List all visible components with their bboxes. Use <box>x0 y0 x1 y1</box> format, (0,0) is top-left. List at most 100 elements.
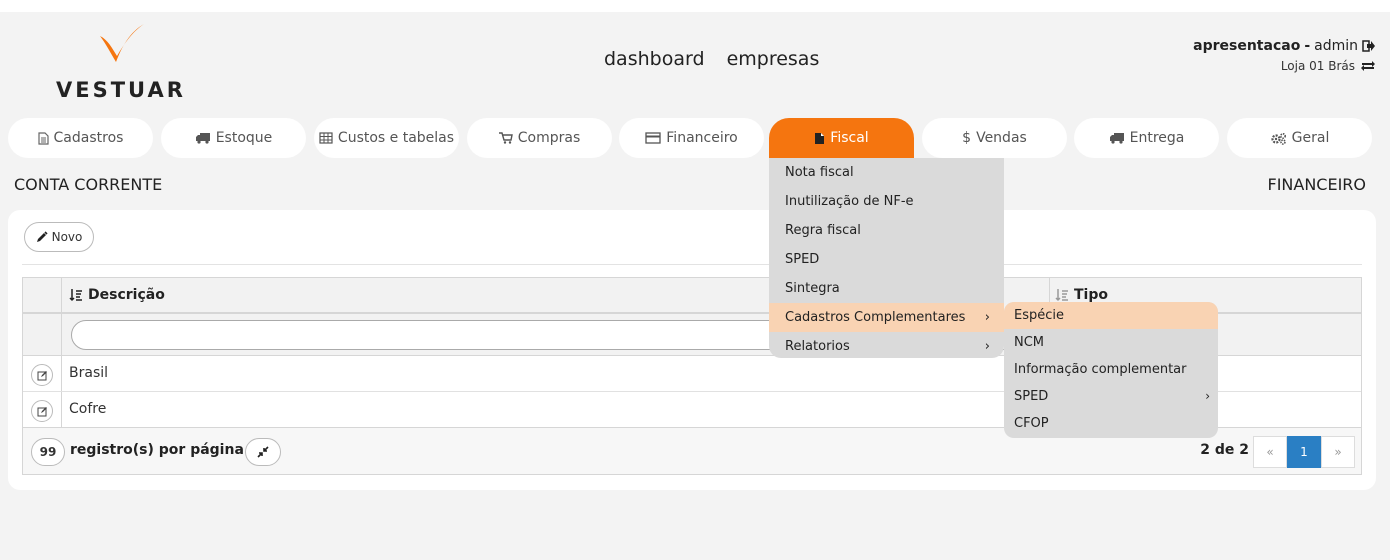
chevron-right-icon: › <box>1205 389 1210 403</box>
menu-item-label: Sintegra <box>785 281 840 296</box>
pencil-icon <box>36 231 48 242</box>
switch-store-icon[interactable] <box>1360 60 1376 72</box>
column-separator <box>61 392 62 427</box>
tab-geral[interactable]: Geral <box>1227 118 1372 158</box>
edit-button[interactable] <box>31 400 53 422</box>
cart-icon <box>498 132 513 144</box>
pager-next[interactable]: » <box>1321 436 1355 468</box>
logo-mark-icon <box>100 24 144 62</box>
tab-label: Geral <box>1291 130 1330 146</box>
tab-label: Estoque <box>215 130 273 146</box>
chevron-right-icon: › <box>984 339 990 354</box>
menu-item-regra-fiscal[interactable]: Regra fiscal <box>769 216 1004 245</box>
tab-entrega[interactable]: Entrega <box>1074 118 1219 158</box>
divider <box>22 264 1362 265</box>
page-title: CONTA CORRENTE <box>14 175 163 194</box>
tab-label: Financeiro <box>666 130 738 146</box>
submenu-item-label: NCM <box>1014 335 1045 350</box>
gears-icon <box>1271 132 1286 145</box>
row-descricao: Cofre <box>69 401 107 417</box>
tab-label: Vendas <box>976 130 1027 146</box>
tab-compras[interactable]: Compras <box>467 118 612 158</box>
submenu-item-label: Espécie <box>1014 308 1064 323</box>
module-title: FINANCEIRO <box>1267 175 1366 194</box>
pagination: « 1 » <box>1253 436 1355 468</box>
dollar-icon: $ <box>962 130 972 146</box>
tab-label: Compras <box>517 130 581 146</box>
menu-item-label: Nota fiscal <box>785 165 854 180</box>
logout-icon[interactable] <box>1362 40 1376 52</box>
column-separator <box>61 356 62 391</box>
row-descricao: Brasil <box>69 365 109 381</box>
menu-item-cadastros-complementares[interactable]: Cadastros Complementares › <box>769 303 1004 332</box>
nav-dashboard-link[interactable]: dashboard <box>604 48 705 70</box>
menu-item-label: Regra fiscal <box>785 223 861 238</box>
menu-item-label: SPED <box>785 252 820 267</box>
menu-item-sped[interactable]: SPED <box>769 245 1004 274</box>
chevron-right-icon: › <box>984 310 990 325</box>
submenu-item-cfop[interactable]: CFOP <box>1004 410 1218 437</box>
column-separator <box>61 314 62 355</box>
file-icon <box>815 132 825 144</box>
edit-icon <box>37 370 47 380</box>
column-descricao[interactable]: Descrição <box>69 287 165 303</box>
header: VESTUAR dashboard empresas apresentacao … <box>0 12 1390 110</box>
menu-item-inutilizacao[interactable]: Inutilização de NF-e <box>769 187 1004 216</box>
column-separator <box>61 278 62 312</box>
compress-button[interactable] <box>245 438 281 466</box>
edit-icon <box>37 406 47 416</box>
top-nav: dashboard empresas <box>604 48 835 70</box>
cadastros-complementares-submenu: Espécie NCM Informação complementar SPED… <box>1004 302 1218 438</box>
compress-icon <box>257 446 269 458</box>
user-separator: - <box>1304 38 1311 54</box>
tab-label: Custos e tabelas <box>337 130 455 146</box>
tab-cadastros[interactable]: Cadastros <box>8 118 153 158</box>
column-label: Descrição <box>88 287 165 303</box>
tab-financeiro[interactable]: Financeiro <box>619 118 764 158</box>
user-line: apresentacao - admin <box>1193 38 1376 54</box>
new-button[interactable]: Novo <box>24 222 94 252</box>
module-tabs: Cadastros Estoque Custos e tabelas Compr… <box>8 118 1382 158</box>
credit-card-icon <box>645 132 661 144</box>
company-name: apresentacao <box>1193 38 1301 54</box>
menu-item-label: Cadastros Complementares <box>785 310 966 325</box>
store-line: Loja 01 Brás <box>1193 59 1376 73</box>
submenu-item-informacao-complementar[interactable]: Informação complementar <box>1004 356 1218 383</box>
truck-icon <box>195 133 210 144</box>
menu-item-relatorios[interactable]: Relatorios › <box>769 332 1004 361</box>
submenu-item-sped[interactable]: SPED › <box>1004 383 1218 410</box>
tab-custos-e-tabelas[interactable]: Custos e tabelas <box>314 118 459 158</box>
sort-icon <box>69 289 82 302</box>
logo-text: VESTUAR <box>56 78 186 102</box>
tab-estoque[interactable]: Estoque <box>161 118 306 158</box>
column-tipo[interactable]: Tipo <box>1055 287 1108 303</box>
user-box: apresentacao - admin Loja 01 Brás <box>1193 38 1376 73</box>
store-name: Loja 01 Brás <box>1280 59 1355 73</box>
tab-fiscal[interactable]: Fiscal <box>769 118 914 158</box>
user-name: admin <box>1314 38 1358 54</box>
fiscal-menu: Nota fiscal Inutilização de NF-e Regra f… <box>769 158 1004 358</box>
submenu-item-label: CFOP <box>1014 416 1049 431</box>
tab-vendas[interactable]: $ Vendas <box>922 118 1067 158</box>
table-icon <box>319 132 333 144</box>
tab-label: Entrega <box>1129 130 1185 146</box>
file-icon <box>37 131 49 145</box>
menu-item-label: Inutilização de NF-e <box>785 194 914 209</box>
submenu-item-label: Informação complementar <box>1014 362 1187 377</box>
edit-button[interactable] <box>31 364 53 386</box>
pager-page[interactable]: 1 <box>1287 436 1321 468</box>
logo[interactable]: VESTUAR <box>56 22 186 102</box>
menu-item-nota-fiscal[interactable]: Nota fiscal <box>769 158 1004 187</box>
page-info: 2 de 2 <box>1200 442 1249 458</box>
new-button-label: Novo <box>51 230 83 244</box>
nav-empresas-link[interactable]: empresas <box>727 48 820 70</box>
submenu-item-especie[interactable]: Espécie <box>1004 302 1218 329</box>
tab-label: Fiscal <box>830 130 869 146</box>
menu-item-label: Relatorios <box>785 339 850 354</box>
pager-prev[interactable]: « <box>1253 436 1287 468</box>
submenu-item-ncm[interactable]: NCM <box>1004 329 1218 356</box>
sort-icon <box>1055 289 1068 302</box>
per-page-select[interactable]: 99 <box>31 438 65 466</box>
per-page-label: registro(s) por página <box>70 442 244 458</box>
menu-item-sintegra[interactable]: Sintegra <box>769 274 1004 303</box>
